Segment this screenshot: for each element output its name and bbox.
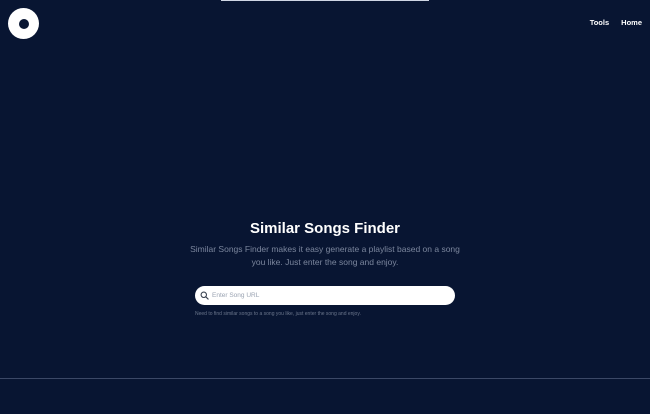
logo-dot bbox=[18, 18, 29, 29]
nav-home-link[interactable]: Home bbox=[621, 18, 642, 28]
page-title: Similar Songs Finder bbox=[249, 220, 401, 237]
search-icon bbox=[200, 291, 209, 300]
song-url-input[interactable] bbox=[212, 292, 442, 299]
nav-tools-link[interactable]: Tools bbox=[590, 18, 609, 28]
page: Tools Home Similar Songs Finder Similar … bbox=[0, 0, 650, 414]
loading-progress-bar bbox=[221, 0, 429, 1]
page-description: Similar Songs Finder makes it easy gener… bbox=[190, 244, 460, 267]
hero-section: Similar Songs Finder Similar Songs Finde… bbox=[0, 219, 650, 269]
search-box[interactable] bbox=[195, 286, 455, 305]
logo[interactable] bbox=[8, 8, 39, 39]
top-nav: Tools Home bbox=[590, 18, 642, 28]
helper-text: Need to find similar songs to a song you… bbox=[195, 311, 361, 317]
footer-divider bbox=[0, 378, 650, 379]
